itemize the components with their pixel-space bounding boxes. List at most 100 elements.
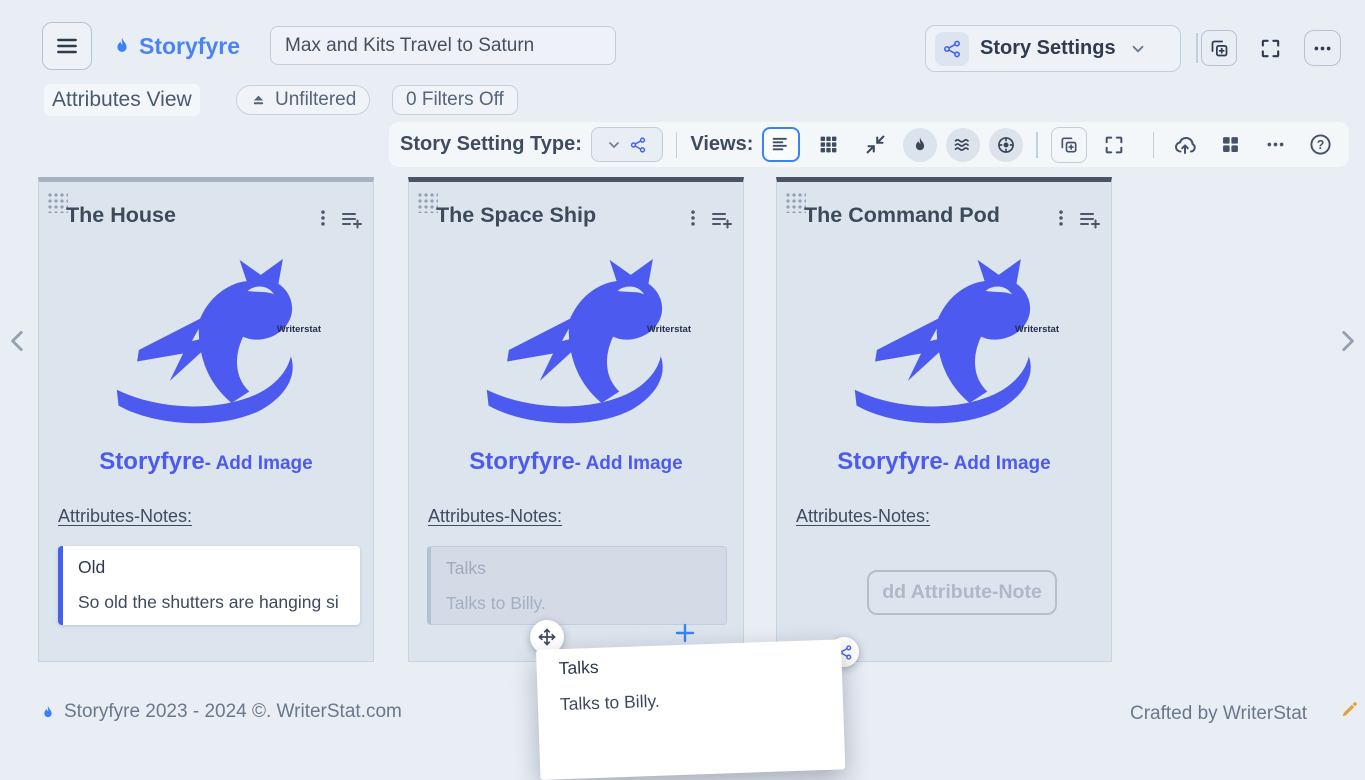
note-title: Talks (446, 558, 486, 579)
waves-mode-button[interactable] (946, 128, 980, 162)
note-title: Old (78, 557, 105, 578)
dragged-attribute-note[interactable]: Talks Talks to Billy. (536, 639, 845, 780)
share-nodes-icon (629, 136, 647, 154)
divider (1153, 132, 1155, 158)
move-icon (537, 627, 557, 647)
logo-watermark: Writerstat (647, 324, 691, 335)
add-image-area[interactable]: Storyfyre- Add Image (409, 448, 743, 476)
setting-type-label: Story Setting Type: (400, 133, 582, 156)
add-image-area[interactable]: Storyfyre- Add Image (39, 448, 373, 476)
current-view-label: Attributes View (44, 84, 200, 116)
filter-state-chip[interactable]: Unfiltered (236, 85, 370, 115)
setting-card-the-command-pod: The Command Pod Writerstat Storyfyre- Ad… (776, 177, 1112, 662)
fullscreen-icon (1259, 37, 1282, 60)
logo-watermark: Writerstat (277, 324, 321, 335)
setting-card-the-space-ship: The Space Ship Writerstat Storyfyre- Add… (408, 177, 744, 662)
note-body: So old the shutters are hanging si (78, 592, 358, 613)
apps-grid-button[interactable] (1212, 127, 1248, 163)
note-title: Talks (558, 649, 820, 679)
heatmap-mode-button[interactable] (903, 128, 937, 162)
dragon-logo-icon (838, 242, 1050, 428)
flame-icon (911, 136, 929, 154)
add-note-plus-button[interactable] (672, 620, 698, 646)
fullscreen-view-button[interactable] (1096, 127, 1132, 163)
card-menu-button[interactable] (1051, 208, 1071, 228)
grid-view-button[interactable] (809, 127, 847, 162)
help-icon: ? (1309, 133, 1332, 156)
svg-text:?: ? (1316, 138, 1324, 152)
attribute-note-card[interactable]: Old So old the shutters are hanging si (58, 546, 360, 625)
drag-handle-icon[interactable] (47, 192, 68, 213)
duplicate-button[interactable] (1201, 30, 1237, 66)
wheel-mode-button[interactable] (989, 128, 1023, 162)
hamburger-icon (54, 33, 80, 59)
chevron-down-icon (606, 137, 622, 153)
card-title: The House (66, 203, 176, 228)
attributes-notes-label: Attributes-Notes: (428, 506, 562, 527)
toolbar-more-button[interactable] (1257, 127, 1293, 163)
grid-view-icon (818, 134, 839, 155)
logo-brand-text: Storyfyre (99, 448, 204, 475)
add-to-list-button[interactable] (710, 208, 734, 232)
cloud-upload-icon (1173, 133, 1197, 157)
setting-card-the-house: The House Writerstat Storyfyre- Add Imag… (38, 177, 374, 662)
brand-logo[interactable]: Storyfyre (112, 30, 240, 62)
setting-type-dropdown[interactable] (591, 127, 663, 162)
grid-4-icon (1220, 134, 1241, 155)
card-menu-button[interactable] (683, 208, 703, 228)
dragon-logo-icon (100, 242, 312, 428)
playlist-add-icon (1078, 208, 1102, 232)
divider (1196, 33, 1198, 63)
attributes-notes-label: Attributes-Notes: (796, 506, 930, 527)
chevron-left-icon (5, 326, 31, 356)
eject-icon (250, 92, 267, 109)
add-image-area[interactable]: Storyfyre- Add Image (777, 448, 1111, 476)
divider (1036, 132, 1038, 158)
filters-count-chip[interactable]: 0 Filters Off (392, 85, 518, 115)
attribute-note-ghost: Talks Talks to Billy. (427, 546, 727, 625)
logo-brand-text: Storyfyre (469, 448, 574, 475)
kebab-icon (313, 208, 333, 228)
chevron-down-icon (1129, 40, 1147, 58)
plus-icon (673, 621, 697, 645)
add-attribute-note-button[interactable]: dd Attribute-Note (867, 570, 1057, 615)
flame-icon (40, 703, 56, 722)
card-title: The Command Pod (804, 203, 1000, 228)
add-image-label: - Add Image (205, 453, 313, 474)
card-menu-button[interactable] (313, 208, 333, 228)
menu-button[interactable] (42, 22, 92, 70)
logo-brand-text: Storyfyre (837, 448, 942, 475)
help-button[interactable]: ? (1302, 127, 1338, 163)
drag-handle-icon[interactable] (785, 192, 806, 213)
drag-handle-icon[interactable] (417, 192, 438, 213)
copyright-text: Storyfyre 2023 - 2024 ©. WriterStat.com (64, 701, 402, 723)
divider (676, 132, 678, 158)
story-title-input[interactable] (270, 26, 616, 65)
playlist-add-icon (710, 208, 734, 232)
note-body: Talks to Billy. (560, 685, 822, 715)
add-image-label: - Add Image (575, 453, 683, 474)
more-options-button[interactable] (1304, 30, 1341, 66)
duplicate-view-button[interactable] (1051, 127, 1087, 163)
brand-name: Storyfyre (139, 33, 240, 60)
cloud-upload-button[interactable] (1167, 127, 1203, 163)
dragon-logo-icon (470, 242, 682, 428)
shrink-icon (865, 134, 886, 155)
view-toolbar: Story Setting Type: Views: ? (389, 122, 1349, 167)
views-label: Views: (690, 133, 753, 156)
list-view-button[interactable] (762, 127, 800, 162)
card-title: The Space Ship (436, 203, 596, 228)
filters-count-label: 0 Filters Off (406, 89, 504, 111)
collapse-view-button[interactable] (856, 127, 894, 162)
list-view-icon (771, 134, 792, 155)
carousel-next-button[interactable] (1334, 326, 1360, 356)
logo-watermark: Writerstat (1015, 324, 1059, 335)
kebab-icon (683, 208, 703, 228)
fullscreen-button[interactable] (1252, 30, 1288, 66)
note-body: Talks to Billy. (446, 593, 546, 614)
add-to-list-button[interactable] (340, 208, 364, 232)
carousel-prev-button[interactable] (5, 326, 31, 356)
add-to-list-button[interactable] (1078, 208, 1102, 232)
pencil-icon (1340, 700, 1359, 719)
story-settings-dropdown[interactable]: Story Settings (925, 25, 1181, 72)
